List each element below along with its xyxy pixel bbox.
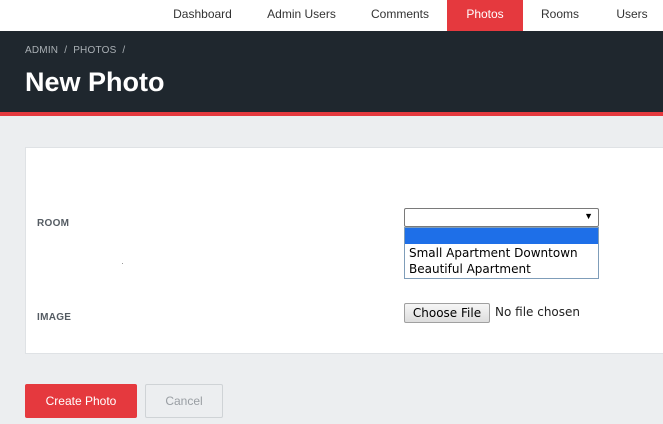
create-photo-button[interactable]: Create Photo — [25, 384, 137, 418]
breadcrumb-admin[interactable]: ADMIN — [25, 45, 58, 56]
page-title: New Photo — [25, 67, 165, 97]
room-option-beautiful-apartment[interactable]: Beautiful Apartment — [405, 261, 598, 277]
nav-item-users[interactable]: Users — [601, 0, 663, 31]
choose-file-button[interactable]: Choose File — [404, 303, 490, 323]
top-nav: Dashboard Admin Users Comments Photos Ro… — [0, 0, 663, 31]
nav-item-admin-users[interactable]: Admin Users — [252, 0, 351, 31]
breadcrumb-separator: / — [122, 45, 126, 56]
room-label: ROOM — [37, 218, 70, 229]
file-status-text: No file chosen — [495, 305, 581, 319]
room-option-blank[interactable] — [405, 228, 598, 244]
dropdown-arrow-icon: ▼ — [584, 211, 593, 221]
cancel-button[interactable]: Cancel — [145, 384, 223, 418]
nav-item-comments[interactable]: Comments — [355, 0, 445, 31]
room-option-small-apartment-downtown[interactable]: Small Apartment Downtown — [405, 245, 598, 261]
breadcrumb: ADMIN / PHOTOS / — [25, 45, 128, 56]
breadcrumb-separator: / — [64, 45, 68, 56]
breadcrumb-photos[interactable]: PHOTOS — [73, 45, 116, 56]
room-select[interactable]: ▼ — [404, 208, 599, 227]
nav-item-photos[interactable]: Photos — [447, 0, 523, 31]
header-accent-line — [0, 112, 663, 116]
stray-pixel — [122, 263, 123, 264]
room-dropdown-list: Small Apartment Downtown Beautiful Apart… — [404, 227, 599, 279]
nav-item-rooms[interactable]: Rooms — [525, 0, 595, 31]
nav-item-dashboard[interactable]: Dashboard — [158, 0, 247, 31]
image-label: IMAGE — [37, 312, 72, 323]
